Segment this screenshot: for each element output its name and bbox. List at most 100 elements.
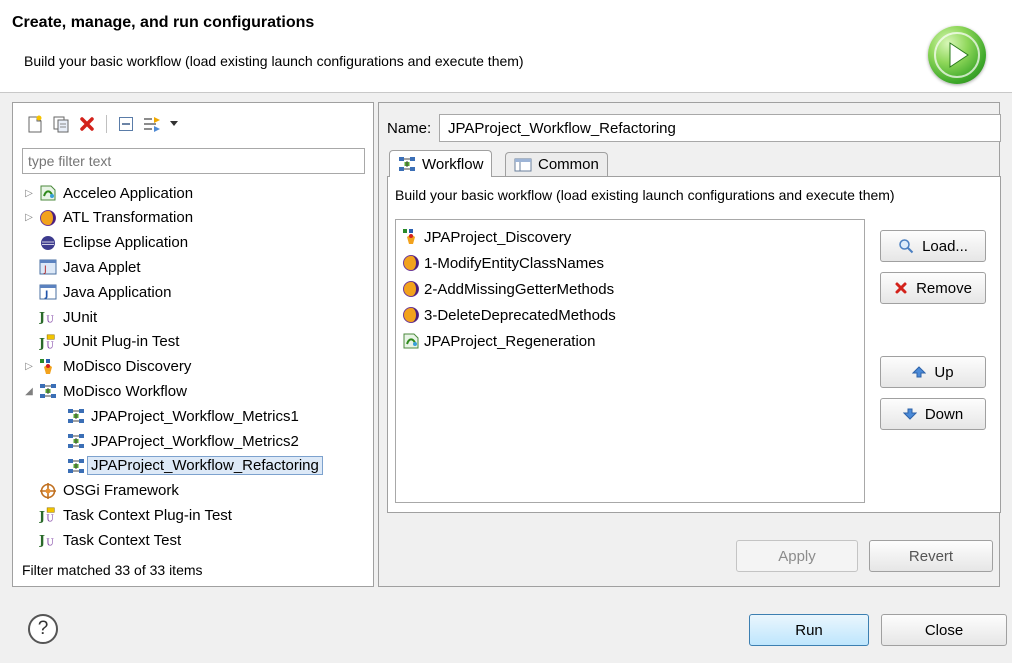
tree-item[interactable]: J U Task Context Plug-in Test xyxy=(35,503,232,527)
down-button[interactable]: Down xyxy=(880,398,986,430)
workflow-icon xyxy=(67,457,85,475)
workflow-icon xyxy=(39,382,57,400)
delete-configuration-icon[interactable] xyxy=(77,114,97,134)
svg-text:U: U xyxy=(46,341,54,351)
tree-item-label: Java Application xyxy=(63,283,172,301)
revert-button[interactable]: Revert xyxy=(869,540,993,572)
tree-item-label: Acceleo Application xyxy=(63,184,194,202)
workflow-list-item[interactable]: 3-DeleteDeprecatedMethods xyxy=(402,303,616,327)
help-icon[interactable]: ? xyxy=(28,614,58,644)
workflow-list-item[interactable]: JPAProject_Discovery xyxy=(402,225,571,249)
workflow-item-label: 3-DeleteDeprecatedMethods xyxy=(424,306,616,324)
name-label: Name: xyxy=(387,120,432,137)
tree-item[interactable]: JPAProject_Workflow_Refactoring xyxy=(63,454,323,478)
tree-item-label: Task Context Plug-in Test xyxy=(63,506,232,524)
apply-button[interactable]: Apply xyxy=(736,540,858,572)
common-tab-icon xyxy=(514,157,532,173)
junit-icon: JU xyxy=(39,308,57,326)
new-configuration-icon[interactable] xyxy=(25,114,45,134)
expand-arrow-icon[interactable]: ▷ xyxy=(23,212,35,223)
dialog-title: Create, manage, and run configurations xyxy=(12,14,315,31)
toolbar-menu-dropdown-icon[interactable] xyxy=(168,114,180,134)
tree-item-label: ATL Transformation xyxy=(63,209,194,227)
atl-icon xyxy=(39,209,57,227)
osgi-icon xyxy=(39,482,57,500)
workflow-item-label: 1-ModifyEntityClassNames xyxy=(424,254,605,272)
svg-text:U: U xyxy=(46,515,54,525)
tree-item[interactable]: JPAProject_Workflow_Metrics1 xyxy=(63,404,299,428)
run-button[interactable]: Run xyxy=(749,614,869,646)
workflow-list-item[interactable]: 2-AddMissingGetterMethods xyxy=(402,277,614,301)
up-button-label: Up xyxy=(934,363,954,381)
tree-item-label: JPAProject_Workflow_Metrics1 xyxy=(91,407,299,425)
tree-item[interactable]: J U JUnit xyxy=(35,305,97,329)
workflow-elements-list[interactable]: JPAProject_Discovery 1-ModifyEntityClassN… xyxy=(395,219,865,503)
tree-item[interactable]: J Java Applet xyxy=(35,255,141,279)
tree-item[interactable]: ▷ ATL Transformation xyxy=(25,206,194,230)
toolbar-separator xyxy=(106,115,107,133)
tree-item-label: JPAProject_Workflow_Refactoring xyxy=(87,456,323,476)
arrow-up-icon xyxy=(912,365,927,379)
dialog-header: Create, manage, and run configurations B… xyxy=(0,0,1012,93)
workflow-list-item[interactable]: 1-ModifyEntityClassNames xyxy=(402,251,604,275)
acceleo-icon xyxy=(402,332,420,350)
svg-text:J: J xyxy=(43,265,47,275)
tree-item[interactable]: OSGi Framework xyxy=(35,479,179,503)
duplicate-configuration-icon[interactable] xyxy=(51,114,71,134)
tree-item[interactable]: Eclipse Application xyxy=(35,231,188,255)
tree-item-label: OSGi Framework xyxy=(63,482,179,500)
expand-arrow-icon[interactable]: ▷ xyxy=(23,361,35,372)
run-configuration-icon xyxy=(928,26,986,84)
search-icon xyxy=(898,238,914,254)
acceleo-icon xyxy=(39,184,57,202)
load-button-label: Load... xyxy=(922,237,968,255)
filter-input[interactable] xyxy=(22,148,365,174)
configuration-name-input[interactable] xyxy=(439,114,1001,142)
workflow-icon xyxy=(67,407,85,425)
workflow-item-label: JPAProject_Regeneration xyxy=(424,332,596,350)
tree-item-label: JUnit xyxy=(63,308,98,326)
collapse-arrow-icon[interactable]: ◢ xyxy=(23,386,35,397)
modisco-discovery-icon xyxy=(402,228,420,246)
eclipse-icon xyxy=(39,234,57,252)
tree-item[interactable]: JPAProject_Workflow_Metrics2 xyxy=(63,429,299,453)
svg-text:J: J xyxy=(39,310,45,325)
workflow-list-item[interactable]: JPAProject_Regeneration xyxy=(402,329,596,353)
tree-item[interactable]: ▷ MoDisco Discovery xyxy=(25,355,192,379)
workflow-icon xyxy=(67,432,85,450)
collapse-all-icon[interactable] xyxy=(116,114,136,134)
close-button[interactable]: Close xyxy=(881,614,1007,646)
remove-button-label: Remove xyxy=(916,279,972,297)
atl-icon xyxy=(402,254,420,272)
workflow-item-label: JPAProject_Discovery xyxy=(424,228,572,246)
svg-text:J: J xyxy=(39,533,45,548)
tree-item-label: JPAProject_Workflow_Metrics2 xyxy=(91,432,299,450)
filter-status-text: Filter matched 33 of 33 items xyxy=(22,562,203,578)
tab-workflow-label: Workflow xyxy=(422,155,484,173)
tree-item-label: MoDisco Discovery xyxy=(63,358,192,376)
configuration-editor-panel: Name: Workflow Common Build your basic w… xyxy=(378,102,1001,587)
up-button[interactable]: Up xyxy=(880,356,986,388)
tree-item-label: JUnit Plug-in Test xyxy=(63,333,180,351)
tree-item[interactable]: ▷ Acceleo Application xyxy=(25,181,194,205)
java-applet-icon: J xyxy=(39,258,57,276)
junit-plugin-icon: JU xyxy=(39,506,57,524)
expand-arrow-icon[interactable]: ▷ xyxy=(23,188,35,199)
svg-text:J: J xyxy=(44,290,48,300)
tree-item-label: MoDisco Workflow xyxy=(63,382,187,400)
tab-common-label: Common xyxy=(538,156,599,173)
tree-item[interactable]: J Java Application xyxy=(35,280,171,304)
tab-workflow[interactable]: Workflow xyxy=(389,150,493,177)
remove-button[interactable]: Remove xyxy=(880,272,986,304)
tree-item[interactable]: ◢ MoDisco Workflow xyxy=(25,379,187,403)
tab-common[interactable]: Common xyxy=(505,152,608,176)
load-button[interactable]: Load... xyxy=(880,230,986,262)
tree-item[interactable]: J U Task Context Test xyxy=(35,528,181,552)
tree-item-label: Eclipse Application xyxy=(63,234,189,252)
tree-item-label: Task Context Test xyxy=(63,531,182,549)
junit-icon: JU xyxy=(39,531,57,549)
config-toolbar xyxy=(25,113,180,135)
tree-item[interactable]: J U JUnit Plug-in Test xyxy=(35,330,179,354)
filter-configurations-icon[interactable] xyxy=(142,114,162,134)
workflow-description: Build your basic workflow (load existing… xyxy=(395,187,895,203)
